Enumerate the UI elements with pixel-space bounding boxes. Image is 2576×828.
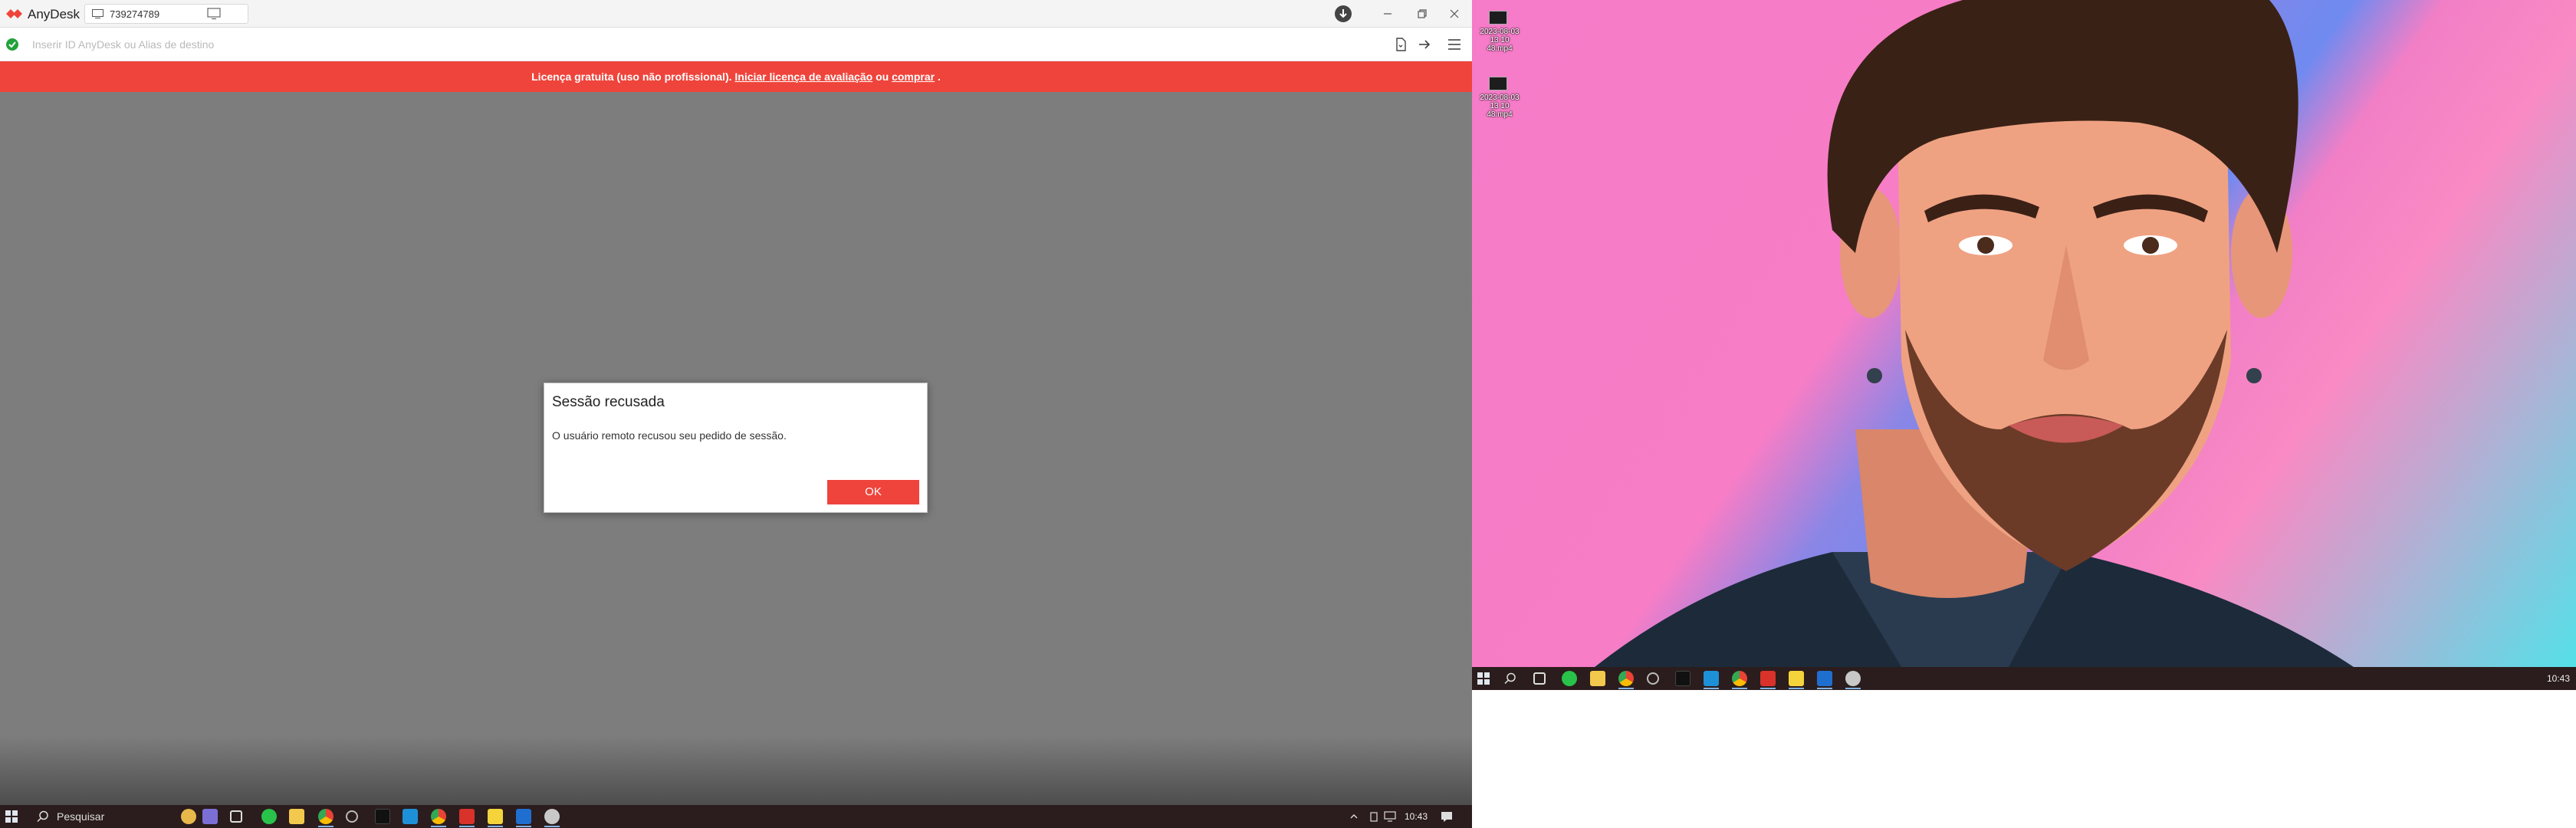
dialog-message: O usuário remoto recusou seu pedido de s… <box>552 429 787 442</box>
bottom-gradient <box>0 736 1472 805</box>
anydesk-active-indicator <box>459 826 475 827</box>
remote-app-active-indicator <box>544 826 560 827</box>
desktop-file-video-1[interactable]: 2023-08-03 13 10 48.mp4 <box>1478 11 1520 57</box>
outlook-active-indicator <box>1817 688 1832 689</box>
connect-arrow-icon[interactable] <box>1417 37 1432 52</box>
skype-active-indicator <box>1704 688 1719 689</box>
file-transfer-icon[interactable] <box>1393 37 1408 52</box>
windows-start-icon[interactable] <box>5 810 18 823</box>
network-icon[interactable] <box>1384 811 1396 822</box>
desktop-file-caption: 2023-08-03 13 10 48.mp4 <box>1480 28 1520 53</box>
chevron-up-icon[interactable] <box>1349 812 1359 821</box>
anydesk-logo-icon <box>6 9 22 18</box>
new-tab-icon[interactable] <box>207 8 221 20</box>
remote-id-input[interactable] <box>32 35 1336 54</box>
skype-icon[interactable] <box>1704 671 1719 686</box>
connection-ok-icon <box>6 38 18 51</box>
chrome-profile-icon[interactable] <box>1732 671 1747 686</box>
hamburger-menu-icon[interactable] <box>1447 37 1462 52</box>
file-explorer-icon[interactable] <box>1590 671 1605 686</box>
session-tab[interactable]: 739274789 <box>84 4 248 24</box>
taskbar-clock[interactable]: 10:43 <box>1405 811 1428 822</box>
remote-taskbar-clock[interactable]: 10:43 <box>2547 673 2570 684</box>
outlook-active-indicator <box>516 826 531 827</box>
anydesk-titlebar: AnyDesk 739274789 <box>0 0 1472 28</box>
chrome-profile-icon[interactable] <box>431 809 446 824</box>
tiktok-icon[interactable] <box>1675 671 1691 686</box>
chrome-profile-active-indicator <box>431 826 446 827</box>
whatsapp-icon[interactable] <box>261 809 277 824</box>
remote-app-icon[interactable] <box>1845 671 1861 686</box>
banner-end-text: . <box>937 71 941 83</box>
task-view-icon[interactable] <box>230 810 242 823</box>
search-label: Pesquisar <box>57 810 105 823</box>
restore-button[interactable] <box>1412 5 1431 23</box>
tab-label: 739274789 <box>110 8 160 20</box>
search-icon[interactable] <box>1504 672 1516 685</box>
teams-icon[interactable] <box>202 809 218 824</box>
dual-monitor-screen: AnyDesk 739274789 Inserir ID AnyDesk ou … <box>0 0 2576 828</box>
anydesk-icon[interactable] <box>1760 671 1776 686</box>
chrome-icon[interactable] <box>1618 671 1634 686</box>
whatsapp-icon[interactable] <box>1562 671 1577 686</box>
sticky-notes-active-indicator <box>488 826 503 827</box>
app-name: AnyDesk <box>28 7 80 21</box>
taskbar: Pesquisar 10:43 <box>0 805 1472 828</box>
task-view-icon[interactable] <box>1533 672 1546 685</box>
dialog-title: Sessão recusada <box>552 394 665 410</box>
chrome-active-indicator <box>318 826 334 827</box>
close-button[interactable] <box>1445 5 1464 23</box>
desktop-file-video-2[interactable]: 2023-08-03 13 10 48.mp4 <box>1478 77 1520 123</box>
ok-button[interactable]: OK <box>827 480 919 504</box>
trial-license-link[interactable]: Iniciar licença de avaliação <box>734 71 872 83</box>
minimize-button[interactable] <box>1378 5 1397 23</box>
license-banner: Licença gratuita (uso não profissional).… <box>0 61 1472 92</box>
buy-link[interactable]: comprar <box>892 71 935 83</box>
clock-app-icon[interactable] <box>346 810 358 823</box>
skype-icon[interactable] <box>402 809 418 824</box>
outlook-icon[interactable] <box>1817 671 1832 686</box>
remote-taskbar: 10:43 <box>1472 667 2576 690</box>
battery-icon[interactable] <box>1368 811 1379 822</box>
search-icon <box>37 810 48 823</box>
remote-app-icon[interactable] <box>544 809 560 824</box>
file-explorer-icon[interactable] <box>289 809 304 824</box>
left-monitor: AnyDesk 739274789 Inserir ID AnyDesk ou … <box>0 0 1472 828</box>
clock-app-icon[interactable] <box>1647 672 1659 685</box>
desktop-wallpaper <box>1472 0 2576 667</box>
sticky-notes-active-indicator <box>1789 688 1804 689</box>
chrome-active-indicator <box>1618 688 1634 689</box>
anydesk-active-indicator <box>1760 688 1776 689</box>
chrome-icon[interactable] <box>318 809 334 824</box>
right-monitor: 2023-08-03 13 10 48.mp4 2023-08-03 13 10… <box>1472 0 2576 828</box>
desktop-file-caption: 2023-08-03 13 10 48.mp4 <box>1480 94 1520 119</box>
video-thumbnail-icon <box>1489 11 1507 25</box>
video-thumbnail-icon <box>1489 77 1507 90</box>
sticky-notes-icon[interactable] <box>488 809 503 824</box>
portrait-illustration <box>1595 0 2354 667</box>
remote-app-active-indicator <box>1845 688 1861 689</box>
outlook-icon[interactable] <box>516 809 531 824</box>
notifications-icon[interactable] <box>1441 811 1453 822</box>
sticky-notes-icon[interactable] <box>1789 671 1804 686</box>
anydesk-icon[interactable] <box>459 809 475 824</box>
chrome-profile-active-indicator <box>1732 688 1747 689</box>
session-refused-dialog: Sessão recusada O usuário remoto recusou… <box>544 383 928 513</box>
widgets-icon[interactable] <box>181 809 196 824</box>
banner-or-text: ou <box>876 71 889 83</box>
license-text: Licença gratuita (uso não profissional). <box>531 71 732 83</box>
tiktok-icon[interactable] <box>375 809 390 824</box>
download-icon[interactable] <box>1335 5 1352 22</box>
monitor-icon <box>92 9 104 18</box>
address-bar <box>0 28 1472 61</box>
windows-start-icon[interactable] <box>1477 672 1490 685</box>
taskbar-search[interactable]: Pesquisar <box>29 805 175 828</box>
